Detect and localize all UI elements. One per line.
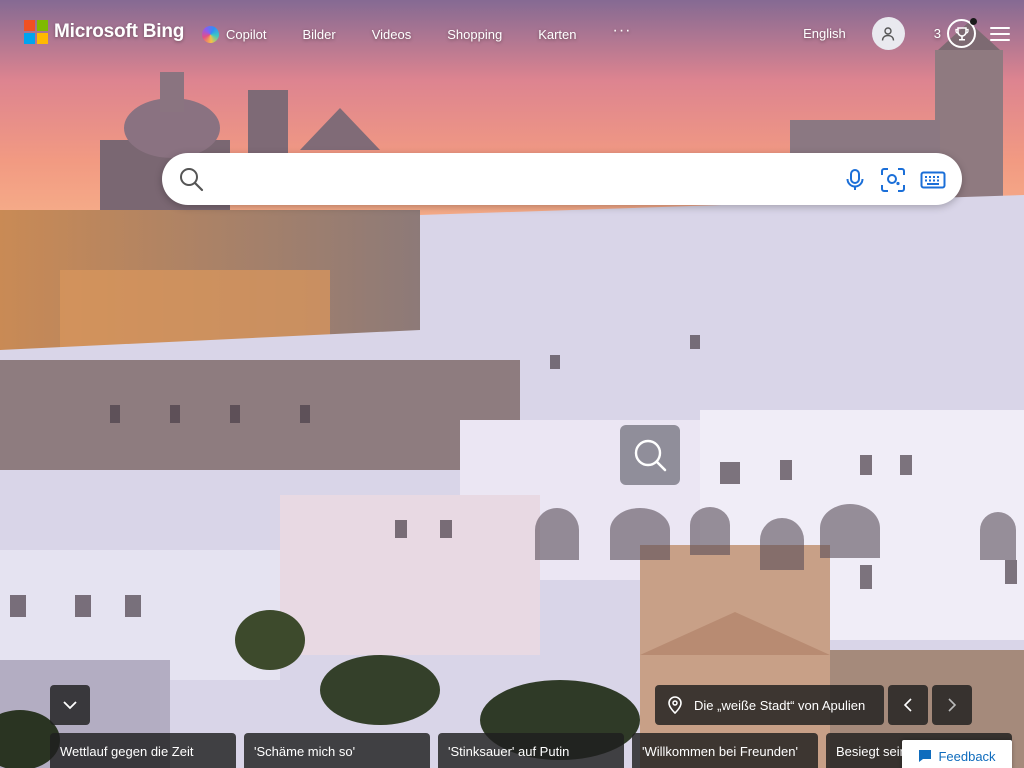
copilot-icon	[202, 26, 219, 43]
nav-item-label: Shopping	[447, 27, 503, 42]
news-card[interactable]: 'Stinksauer' auf Putin	[438, 733, 624, 768]
nav-item-bilder[interactable]: Bilder	[302, 27, 335, 42]
keyboard-icon[interactable]	[920, 170, 946, 190]
collapse-feed-button[interactable]	[50, 685, 90, 725]
language-switch[interactable]: English	[803, 26, 846, 41]
person-icon	[882, 26, 895, 41]
visual-search-icon[interactable]	[880, 167, 906, 193]
nav-item-videos[interactable]: Videos	[372, 27, 412, 42]
search-icon[interactable]	[178, 166, 204, 197]
nav-item-label: Videos	[371, 27, 412, 42]
chevron-left-icon	[903, 698, 912, 712]
feedback-label: Feedback	[938, 748, 996, 764]
news-card[interactable]: Wettlauf gegen die Zeit	[50, 733, 236, 768]
trophy-glyph-icon	[954, 26, 969, 40]
notification-dot	[970, 18, 977, 25]
image-title: Die „weiße Stadt“ von Apulien	[694, 697, 866, 713]
nav-item-shopping[interactable]: Shopping	[447, 27, 502, 42]
next-image-button[interactable]	[932, 685, 972, 725]
feedback-button[interactable]: Feedback	[902, 740, 1012, 768]
bing-logo[interactable]: Microsoft Bing	[24, 20, 184, 44]
location-pin-icon	[668, 696, 682, 714]
nav-item-label: Copilot	[226, 27, 267, 42]
feedback-icon	[919, 750, 932, 762]
news-card[interactable]: 'Willkommen bei Freunden'	[632, 733, 818, 768]
nav-item-copilot[interactable]: Copilot	[202, 26, 266, 43]
background-image	[0, 0, 1024, 768]
ostuni-town-photo	[0, 0, 1024, 768]
search-input[interactable]	[218, 163, 818, 195]
previous-image-button[interactable]	[888, 685, 928, 725]
image-info-button[interactable]: Die „weiße Stadt“ von Apulien	[655, 685, 884, 725]
user-avatar-icon[interactable]	[871, 17, 905, 50]
magnifier-icon	[634, 439, 667, 472]
trophy-icon[interactable]	[947, 18, 977, 48]
image-visual-search-button[interactable]	[620, 425, 680, 485]
microsoft-logo-icon	[24, 20, 48, 44]
nav-more-button[interactable]: ···	[613, 22, 632, 40]
microphone-icon[interactable]	[844, 168, 866, 192]
hamburger-menu-icon[interactable]	[990, 23, 1010, 45]
header-tools: English 3	[803, 17, 1010, 50]
nav-item-karten[interactable]: Karten	[538, 27, 576, 42]
nav-item-label: Karten	[538, 27, 577, 42]
search-tools	[844, 167, 946, 193]
chevron-down-icon	[63, 701, 77, 710]
main-nav: Copilot Bilder Videos Shopping Karten ··…	[202, 22, 667, 43]
search-box	[162, 153, 962, 205]
news-strip: Wettlauf gegen die Zeit 'Schäme mich so'…	[50, 733, 1012, 768]
brand-name: Microsoft Bing	[54, 21, 185, 42]
nav-item-label: Bilder	[302, 27, 336, 42]
chevron-right-icon	[948, 698, 957, 712]
top-header: Microsoft Bing Copilot Bilder Videos Sho…	[0, 0, 1024, 68]
news-card[interactable]: 'Schäme mich so'	[244, 733, 430, 768]
rewards-points[interactable]: 3	[934, 26, 941, 41]
